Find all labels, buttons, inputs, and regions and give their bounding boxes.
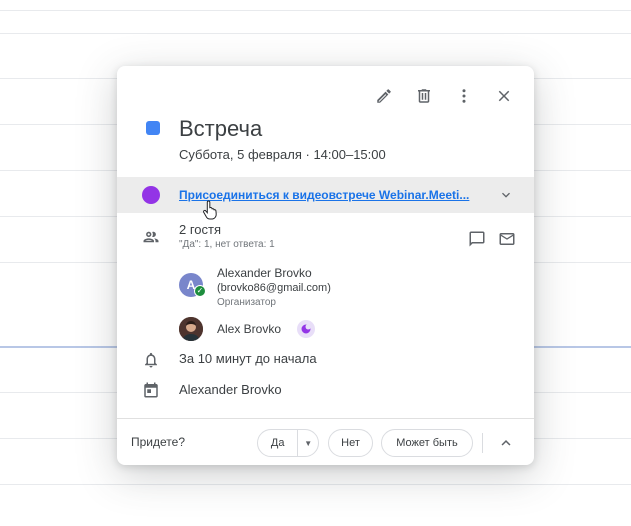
guest-count: 2 гостя (179, 222, 222, 237)
hand-cursor-icon (203, 200, 217, 220)
check-icon: ✓ (195, 286, 205, 296)
join-video-meeting-link[interactable]: Присоединиться к видеовстрече Webinar.Me… (179, 188, 469, 202)
trash-icon (418, 89, 430, 103)
accepted-badge: ✓ (194, 285, 206, 297)
chevron-down-icon[interactable] (498, 187, 514, 203)
event-details-popup: Встреча Суббота, 5 февраля · 14:00–15:00… (117, 66, 534, 465)
chat-icon[interactable] (468, 230, 486, 248)
email-icon[interactable] (498, 230, 516, 248)
event-datetime: Суббота, 5 февраля · 14:00–15:00 (179, 147, 386, 162)
rsvp-yes-button[interactable]: Да ▼ (257, 429, 319, 457)
guest-response-summary: "Да": 1, нет ответа: 1 (179, 239, 275, 250)
calendar-icon (144, 382, 158, 398)
calendar-grid-line (0, 484, 631, 485)
person-photo-icon (179, 317, 203, 341)
calendar-owner: Alexander Brovko (179, 382, 282, 397)
more-options-button[interactable] (446, 78, 482, 114)
edit-button[interactable] (366, 78, 402, 114)
popup-toolbar (366, 78, 522, 114)
event-title: Встреча (179, 116, 263, 141)
moon-icon (297, 320, 315, 338)
avatar (179, 317, 203, 341)
more-vert-icon (462, 89, 466, 103)
close-icon (498, 90, 510, 102)
rsvp-maybe-button[interactable]: Может быть (381, 429, 473, 457)
dropdown-arrow-icon[interactable]: ▼ (298, 439, 318, 448)
chevron-up-icon (501, 440, 511, 446)
pencil-icon (377, 89, 391, 103)
guest-role: Организатор (217, 297, 276, 308)
reminder-text: За 10 минут до начала (179, 351, 317, 366)
bell-icon (145, 352, 157, 368)
rsvp-yes-label[interactable]: Да (258, 430, 299, 456)
collapse-button[interactable] (494, 431, 518, 455)
rsvp-question: Придете? (131, 435, 185, 449)
calendar-grid-line (0, 10, 631, 11)
guests-icon (143, 231, 159, 243)
calendar-grid-line (0, 33, 631, 34)
video-meeting-icon (142, 186, 160, 204)
close-button[interactable] (486, 78, 522, 114)
divider (482, 433, 483, 453)
rsvp-no-button[interactable]: Нет (328, 429, 373, 457)
guest-name: Alexander Brovko (217, 266, 312, 280)
event-color-square (146, 121, 160, 135)
rsvp-footer: Придете? Да ▼ Нет Может быть (117, 418, 534, 465)
delete-button[interactable] (406, 78, 442, 114)
video-meeting-row[interactable]: Присоединиться к видеовстрече Webinar.Me… (117, 177, 534, 220)
guest-name: Alex Brovko (217, 322, 282, 336)
guest-email: (brovko86@gmail.com) (217, 282, 331, 294)
